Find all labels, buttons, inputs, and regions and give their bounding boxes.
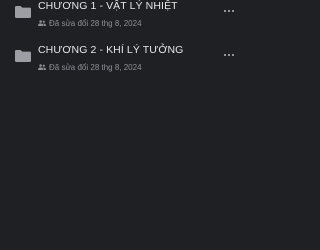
folder-meta: Đã sửa đổi 28 thg 8, 2024 <box>38 61 142 73</box>
folder-list: CHƯƠNG 1 - VẬT LÝ NHIỆT Đã sửa đổi 28 th… <box>0 0 250 250</box>
more-options-button[interactable] <box>220 48 238 62</box>
more-icon <box>228 10 230 12</box>
more-icon <box>224 54 226 56</box>
list-item[interactable]: CHƯƠNG 1 - VẬT LÝ NHIỆT Đã sửa đổi 28 th… <box>0 0 250 32</box>
more-icon <box>224 10 226 12</box>
folder-icon <box>15 6 31 18</box>
people-icon <box>38 20 46 26</box>
folder-title: CHƯƠNG 1 - VẬT LÝ NHIỆT <box>38 0 178 12</box>
list-item[interactable]: CHƯƠNG 2 - KHÍ LÝ TƯỞNG Đã sửa đổi 28 th… <box>0 36 250 76</box>
people-icon <box>38 64 46 70</box>
more-icon <box>232 10 234 12</box>
folder-icon <box>15 50 31 62</box>
folder-meta: Đã sửa đổi 28 thg 8, 2024 <box>38 17 142 29</box>
modified-date: Đã sửa đổi 28 thg 8, 2024 <box>49 18 142 28</box>
folder-title: CHƯƠNG 2 - KHÍ LÝ TƯỞNG <box>38 44 184 56</box>
more-icon <box>232 54 234 56</box>
more-icon <box>228 54 230 56</box>
more-options-button[interactable] <box>220 4 238 18</box>
modified-date: Đã sửa đổi 28 thg 8, 2024 <box>49 62 142 72</box>
